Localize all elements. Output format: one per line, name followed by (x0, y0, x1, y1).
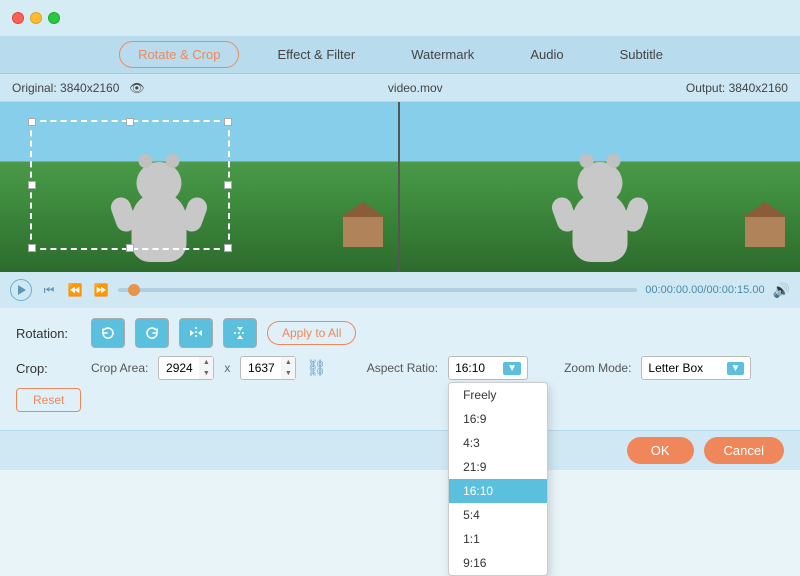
reset-button[interactable]: Reset (16, 388, 81, 412)
tab-effect-filter[interactable]: Effect & Filter (259, 42, 373, 67)
video-area (0, 102, 800, 272)
flip-v-icon (232, 325, 248, 341)
zoom-mode-label: Zoom Mode: (564, 361, 631, 375)
aspect-option-9-16[interactable]: 9:16 (449, 551, 547, 575)
aspect-ratio-popup: Freely 16:9 4:3 21:9 16:10 5:4 1:1 9:16 (448, 382, 548, 576)
crop-height-stepper[interactable]: ▲ ▼ (281, 357, 295, 379)
time-display: 00:00:00.00/00:00:15.00 (645, 284, 764, 296)
aspect-dropdown-arrow: ▼ (503, 362, 521, 375)
crop-height-down[interactable]: ▼ (281, 368, 295, 379)
apply-to-all-button[interactable]: Apply to All (267, 321, 356, 345)
house-shape-right (745, 217, 785, 247)
crop-width-input[interactable] (159, 359, 199, 377)
rotation-row: Rotation: (16, 318, 784, 348)
bear-body-shape-right (573, 192, 628, 262)
aspect-ratio-dropdown[interactable]: 16:10 ▼ (448, 356, 528, 380)
crop-width-up[interactable]: ▲ (199, 357, 213, 368)
zoom-mode-value: Letter Box (648, 361, 703, 375)
crop-handle-topleft[interactable] (28, 118, 36, 126)
tab-subtitle[interactable]: Subtitle (602, 42, 681, 67)
bear-ear-right-right (607, 154, 621, 168)
zoom-dropdown-arrow: ▼ (727, 362, 745, 375)
filename: video.mov (388, 81, 443, 95)
aspect-option-5-4[interactable]: 5:4 (449, 503, 547, 527)
house-roof-right (743, 202, 787, 217)
aspect-option-freely[interactable]: Freely (449, 383, 547, 407)
cancel-button[interactable]: Cancel (704, 437, 784, 464)
video-thumb-right (400, 102, 800, 272)
crop-height-up[interactable]: ▲ (281, 357, 295, 368)
playback-bar: ⏮ ⏪ ⏩ 00:00:00.00/00:00:15.00 🔊 (0, 272, 800, 308)
aspect-ratio-dropdown-wrap: 16:10 ▼ Freely 16:9 4:3 21:9 16:10 5:4 1… (448, 356, 528, 380)
ok-button[interactable]: OK (627, 437, 694, 464)
traffic-lights (12, 12, 60, 24)
crop-handle-bottomleft[interactable] (28, 244, 36, 252)
video-preview-right (400, 102, 800, 272)
link-aspect-icon[interactable]: ⛓ (306, 358, 326, 378)
reset-row: Reset (16, 388, 784, 412)
flip-vertical-button[interactable] (223, 318, 257, 348)
flip-h-icon (188, 325, 204, 341)
bear-character-right (573, 192, 628, 262)
aspect-option-1-1[interactable]: 1:1 (449, 527, 547, 551)
rotate-cw-icon (144, 325, 160, 341)
minimize-button[interactable] (30, 12, 42, 24)
crop-height-input-wrap[interactable]: ▲ ▼ (240, 356, 296, 380)
rotation-label: Rotation: (16, 326, 81, 341)
crop-height-input[interactable] (241, 359, 281, 377)
title-bar (0, 0, 800, 36)
crop-handle-topmid[interactable] (126, 118, 134, 126)
aspect-option-21-9[interactable]: 21:9 (449, 455, 547, 479)
crop-width-input-wrap[interactable]: ▲ ▼ (158, 356, 214, 380)
video-preview-left (0, 102, 400, 272)
crop-width-down[interactable]: ▼ (199, 368, 213, 379)
tab-watermark[interactable]: Watermark (393, 42, 492, 67)
close-button[interactable] (12, 12, 24, 24)
bear-ear-left-right (580, 154, 594, 168)
skip-back-button[interactable]: ⏮ (40, 281, 58, 299)
bear-head-right (578, 162, 623, 204)
progress-track[interactable] (118, 288, 637, 292)
progress-thumb[interactable] (128, 284, 140, 296)
output-resolution: Output: 3840x2160 (686, 81, 788, 95)
crop-handle-leftmid[interactable] (28, 181, 36, 189)
crop-overlay[interactable] (30, 120, 230, 250)
aspect-ratio-value: 16:10 (455, 361, 485, 375)
play-icon (18, 285, 26, 295)
bottom-bar: OK Cancel (0, 430, 800, 470)
crop-row: Crop: Crop Area: ▲ ▼ x ▲ ▼ ⛓ Aspect Rati… (16, 356, 784, 380)
rotate-clockwise-button[interactable] (135, 318, 169, 348)
aspect-option-16-10[interactable]: 16:10 (449, 479, 547, 503)
house-shape (343, 217, 383, 247)
aspect-option-16-9[interactable]: 16:9 (449, 407, 547, 431)
crop-x-separator: x (224, 361, 230, 375)
zoom-mode-dropdown[interactable]: Letter Box ▼ (641, 356, 751, 380)
controls-area: Rotation: (0, 308, 800, 430)
rotate-ccw-icon (100, 325, 116, 341)
tab-bar: Rotate & Crop Effect & Filter Watermark … (0, 36, 800, 74)
crop-handle-topright[interactable] (224, 118, 232, 126)
maximize-button[interactable] (48, 12, 60, 24)
crop-handle-rightmid[interactable] (224, 181, 232, 189)
play-button[interactable] (10, 279, 32, 301)
tab-rotate-crop[interactable]: Rotate & Crop (119, 41, 239, 68)
original-resolution: Original: 3840x2160 (12, 81, 119, 95)
flip-horizontal-button[interactable] (179, 318, 213, 348)
crop-area-label: Crop Area: (91, 361, 148, 375)
next-frame-button[interactable]: ⏩ (92, 281, 110, 299)
prev-frame-button[interactable]: ⏪ (66, 281, 84, 299)
volume-icon[interactable]: 🔊 (773, 282, 790, 299)
aspect-ratio-label: Aspect Ratio: (367, 361, 438, 375)
crop-width-stepper[interactable]: ▲ ▼ (199, 357, 213, 379)
tab-audio[interactable]: Audio (512, 42, 581, 67)
rotate-counterclockwise-button[interactable] (91, 318, 125, 348)
house-roof (341, 202, 385, 217)
crop-label: Crop: (16, 361, 81, 376)
crop-handle-bottommid[interactable] (126, 244, 134, 252)
aspect-option-4-3[interactable]: 4:3 (449, 431, 547, 455)
info-bar: Original: 3840x2160 👁 video.mov Output: … (0, 74, 800, 102)
eye-icon[interactable]: 👁 (129, 81, 144, 95)
crop-handle-bottomright[interactable] (224, 244, 232, 252)
